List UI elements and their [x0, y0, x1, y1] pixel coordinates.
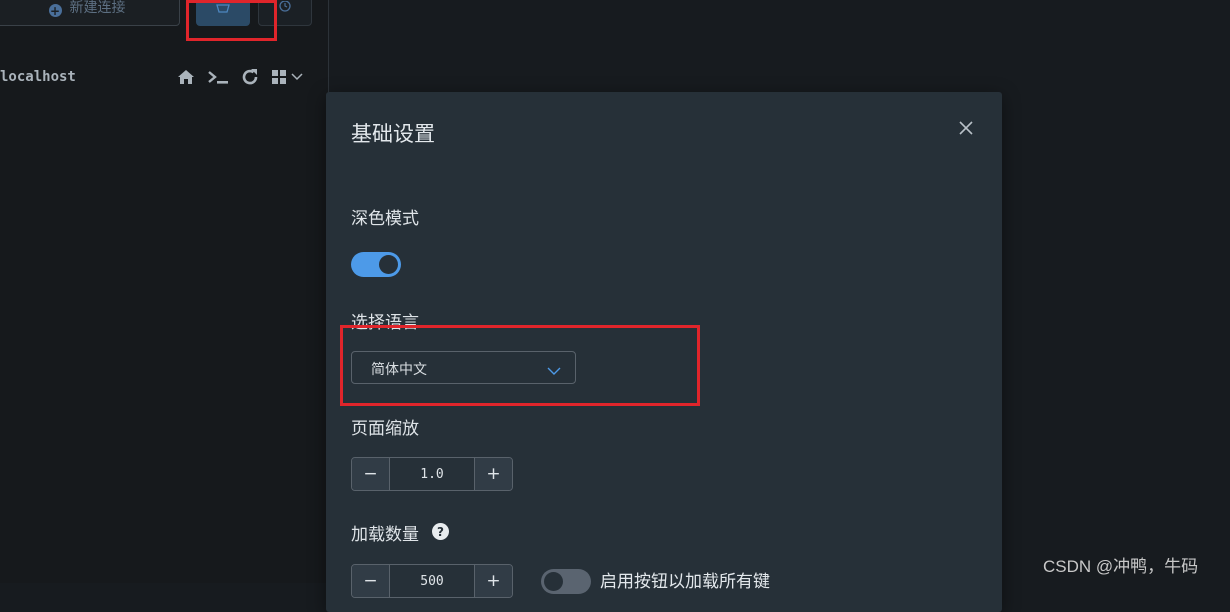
- history-button[interactable]: [258, 0, 312, 26]
- new-connection-label: 新建连接: [69, 0, 126, 16]
- dialog-title: 基础设置: [351, 122, 435, 146]
- refresh-icon[interactable]: [241, 68, 259, 86]
- zoom-label: 页面缩放: [351, 419, 419, 439]
- zoom-increase-button[interactable]: +: [474, 458, 512, 490]
- add-circle-icon: +: [48, 3, 62, 18]
- gear-icon: [216, 0, 230, 18]
- zoom-value[interactable]: 1.0: [390, 458, 474, 490]
- home-icon[interactable]: [177, 69, 195, 85]
- settings-dialog: 基础设置 深色模式 选择语言 简体中文 页面缩放 − 1.0 + 加载数量 ? …: [326, 92, 1002, 612]
- chevron-down-icon: [547, 361, 561, 380]
- watermark: CSDN @冲鸭，牛码: [1043, 557, 1199, 576]
- new-connection-button[interactable]: + 新建连接: [0, 0, 180, 26]
- load-count-label: 加载数量: [351, 525, 419, 545]
- settings-button[interactable]: [196, 0, 250, 26]
- language-label: 选择语言: [351, 313, 419, 333]
- dark-mode-toggle[interactable]: [351, 252, 401, 277]
- dark-mode-label: 深色模式: [351, 209, 419, 229]
- load-count-decrease-button[interactable]: −: [352, 565, 390, 597]
- load-count-increase-button[interactable]: +: [474, 565, 512, 597]
- terminal-icon[interactable]: [207, 69, 229, 85]
- chevron-down-icon[interactable]: [291, 73, 303, 81]
- grid-icon[interactable]: [271, 69, 303, 85]
- close-icon[interactable]: [956, 118, 976, 138]
- clock-icon: [278, 0, 292, 17]
- load-all-toggle[interactable]: [541, 569, 591, 594]
- load-count-stepper: − 500 +: [351, 564, 513, 598]
- connection-row[interactable]: localhost: [0, 66, 328, 90]
- language-selected-value: 简体中文: [371, 362, 427, 378]
- zoom-stepper: − 1.0 +: [351, 457, 513, 491]
- connection-toolbar: [177, 68, 303, 86]
- toggle-knob: [379, 255, 398, 274]
- help-icon[interactable]: ?: [432, 523, 449, 540]
- zoom-decrease-button[interactable]: −: [352, 458, 390, 490]
- load-count-value[interactable]: 500: [390, 565, 474, 597]
- toggle-knob: [544, 572, 563, 591]
- language-select[interactable]: 简体中文: [351, 351, 576, 384]
- load-all-label: 启用按钮以加载所有键: [600, 572, 770, 592]
- connection-name: localhost: [0, 69, 76, 85]
- sidebar: + 新建连接 localhost: [0, 0, 329, 583]
